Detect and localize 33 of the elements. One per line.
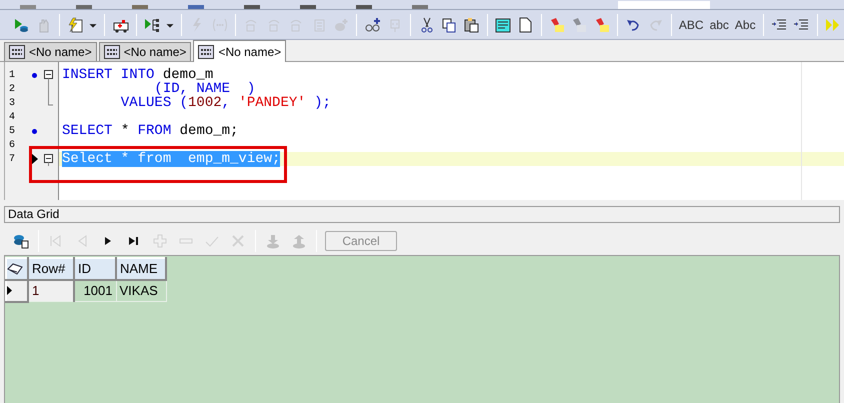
line-number: 3 [8, 96, 16, 110]
column-header[interactable]: NAME [116, 258, 166, 280]
code-line: (ID, NAME ) [154, 81, 256, 97]
editor-tab[interactable]: <No name> [4, 42, 97, 61]
code-line: VALUES (1002, 'PANDEY' ); [120, 95, 331, 111]
collapse-icon[interactable] [44, 68, 52, 82]
selected-code: Select * from emp_m_view; [62, 151, 280, 167]
text-case-button[interactable]: Abc [732, 14, 759, 36]
panel-title: Data Grid [4, 206, 840, 223]
line-number: 2 [8, 82, 16, 96]
toolbar-icon[interactable] [76, 5, 92, 9]
toolbar-icon[interactable] [244, 5, 260, 9]
toolbar-icon[interactable] [300, 5, 316, 9]
line-number: 7 [8, 152, 16, 166]
toolbar-icon[interactable] [188, 5, 204, 9]
line-number: 1 [8, 68, 16, 82]
editor-tab[interactable]: <No name> [193, 40, 286, 62]
line-number: 5 [8, 124, 16, 138]
editor-tab[interactable]: <No name> [98, 42, 192, 61]
line-number: 4 [8, 110, 16, 124]
collapse-icon[interactable] [44, 152, 52, 166]
code-line: SELECT * FROM demo_m; [62, 123, 238, 139]
text-case-button[interactable]: ABC [676, 14, 707, 36]
toolbar-icon[interactable] [132, 5, 148, 9]
column-header[interactable]: Row# [28, 258, 74, 280]
column-header[interactable]: ID [74, 258, 116, 280]
toolbar-icon[interactable] [20, 5, 36, 9]
toolbar-icon[interactable] [356, 5, 372, 9]
text-case-button[interactable]: abc [706, 14, 732, 36]
code-line: INSERT INTO demo_m [62, 67, 214, 83]
line-number: 6 [8, 138, 16, 152]
dropdown-field[interactable] [618, 1, 710, 9]
toolbar-icon[interactable] [412, 5, 428, 9]
